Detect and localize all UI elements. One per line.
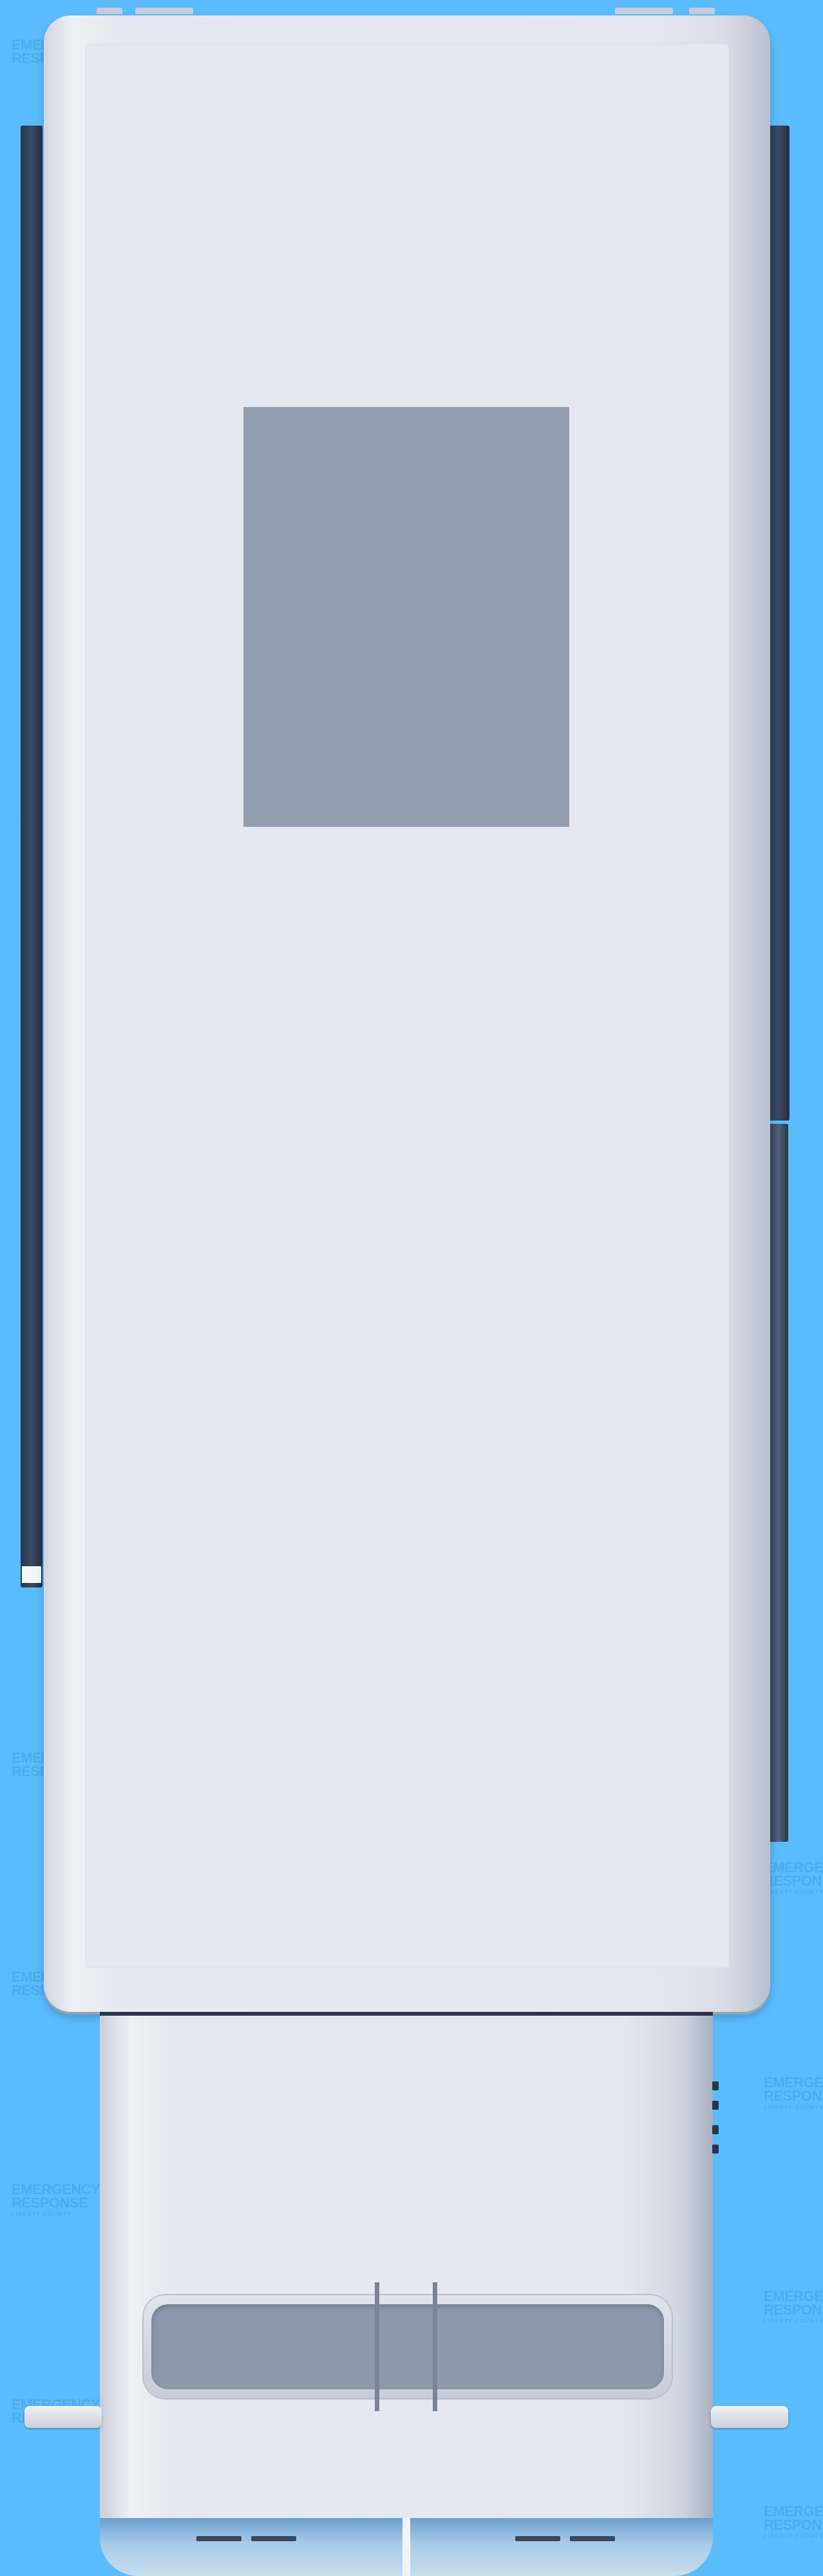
roof-hatch [243,407,569,827]
wiper-left [196,2536,241,2541]
watermark-line3: LIBERTY COUNTY [12,2210,71,2217]
wiper-right [515,2536,560,2541]
left-rail-cap [22,1566,41,1583]
windshield-center-pillar [402,2518,410,2576]
ambulance-cab [100,2012,713,2576]
right-side-rail-upper [768,126,790,1121]
cab-side-marker-3 [712,2125,719,2134]
roof-front-vent-right-2 [689,8,715,14]
side-mirror-right [711,2406,788,2428]
light-bar-lens [151,2304,664,2389]
right-side-rail-lower [769,1124,788,1842]
watermark-left-4: EMERGENCY RESPONSE LIBERTY COUNTY [12,2183,100,2217]
watermark-line2: RESPONSE [764,2516,823,2533]
watermark-line3: LIBERTY COUNTY [764,1888,823,1895]
watermark-right-3: EMERGENCY RESPONSE LIBERTY COUNTY [764,2289,823,2324]
watermark-right-1: EMERGENCY RESPONSE LIBERTY COUNTY [764,1861,823,1895]
light-bar-divider-left [375,2282,379,2411]
watermark-line3: LIBERTY COUNTY [764,2103,823,2110]
left-side-rail [21,126,43,1587]
wiper-right-2 [570,2536,615,2541]
cab-side-marker-4 [712,2145,719,2154]
watermark-line3: LIBERTY COUNTY [764,2317,823,2324]
cab-side-marker-2 [712,2101,719,2110]
roof-front-vent-left-2 [135,8,193,14]
watermark-right-4: EMERGENCY RESPONSE LIBERTY COUNTY [764,2505,823,2539]
watermark-line3: LIBERTY COUNTY [764,2532,823,2539]
cab-roof-seam [100,2012,713,2016]
watermark-line2: RESPONSE [12,2194,88,2211]
wiper-left-2 [251,2536,296,2541]
roof-front-vent-right [615,8,673,14]
roof-front-vent-left [97,8,122,14]
side-mirror-left [24,2406,102,2428]
cab-side-marker-1 [712,2081,719,2090]
ambulance-roof [44,15,770,2012]
light-bar-divider-right [433,2282,437,2411]
watermark-line2: RESPONSE [764,2301,823,2318]
watermark-line2: RESPONSE [764,1872,823,1889]
watermark-line2: RESPONSE [764,2087,823,2104]
roof-panel [85,44,729,1968]
watermark-right-2: EMERGENCY RESPONSE LIBERTY COUNTY [764,2076,823,2110]
emergency-light-bar [144,2295,672,2398]
